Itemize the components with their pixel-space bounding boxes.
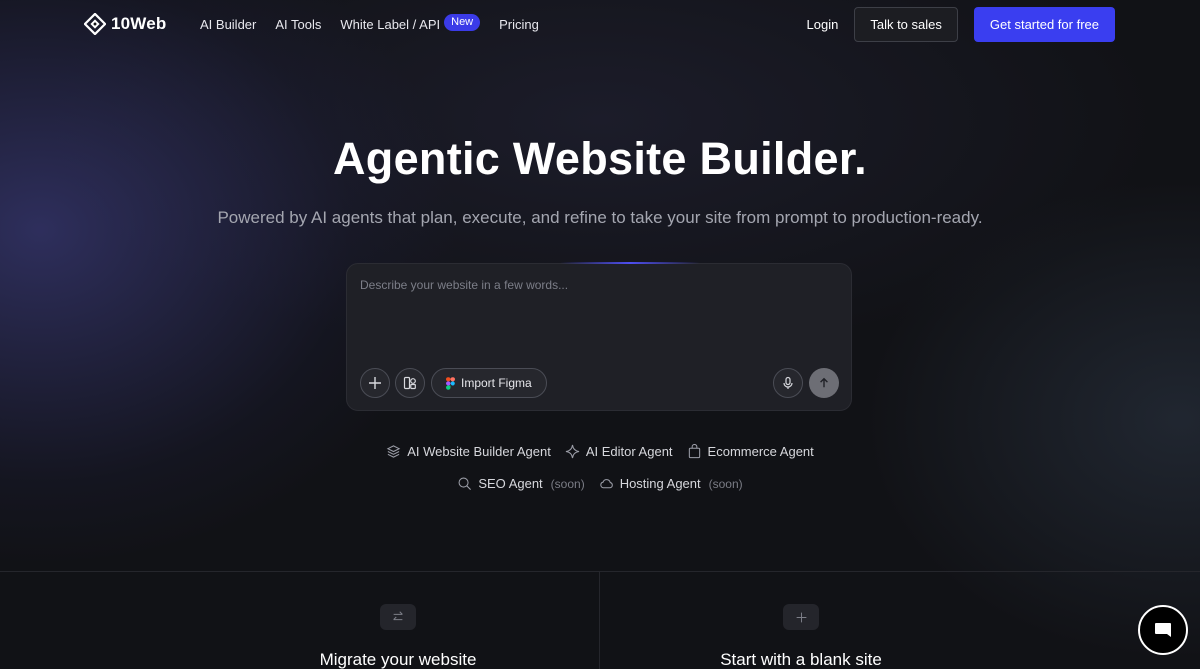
- add-button[interactable]: [360, 368, 390, 398]
- nav-link-pricing[interactable]: Pricing: [499, 17, 539, 32]
- soon-tag: (soon): [550, 476, 585, 491]
- agent-seo[interactable]: SEO Agent (soon): [457, 476, 585, 491]
- agent-ecommerce[interactable]: Ecommerce Agent: [687, 444, 814, 459]
- microphone-icon: [783, 376, 793, 389]
- card-divider: [599, 571, 600, 669]
- chat-icon: [1155, 623, 1171, 637]
- prompt-box: Import Figma: [346, 263, 852, 411]
- nav-link-ai-builder[interactable]: AI Builder: [200, 17, 256, 32]
- layers-icon: [386, 445, 401, 458]
- nav-link-white-label-text: White Label / API: [340, 17, 441, 32]
- migrate-website-title[interactable]: Migrate your website: [248, 650, 548, 669]
- agent-hosting[interactable]: Hosting Agent (soon): [599, 476, 743, 491]
- microphone-button[interactable]: [773, 368, 803, 398]
- nav-link-white-label[interactable]: White Label / API New: [340, 14, 481, 33]
- prompt-input[interactable]: [360, 278, 830, 292]
- agent-label: AI Editor Agent: [585, 444, 673, 459]
- top-navigation: 10Web AI Builder AI Tools White Label / …: [0, 0, 1200, 50]
- templates-button[interactable]: [395, 368, 425, 398]
- nav-link-ai-tools[interactable]: AI Tools: [275, 17, 321, 32]
- soon-tag: (soon): [708, 476, 743, 491]
- hero-subtitle: Powered by AI agents that plan, execute,…: [217, 208, 983, 227]
- brand-name: 10Web: [111, 14, 167, 33]
- arrow-up-icon: [820, 377, 828, 388]
- import-figma-button[interactable]: Import Figma: [431, 368, 547, 398]
- brand-logo[interactable]: 10Web: [84, 13, 167, 35]
- cloud-icon: [599, 479, 613, 489]
- agent-website-builder[interactable]: AI Website Builder Agent: [386, 444, 551, 459]
- agent-editor[interactable]: AI Editor Agent: [565, 444, 673, 459]
- get-started-button[interactable]: Get started for free: [973, 7, 1115, 42]
- agents-row-1: AI Website Builder Agent AI Editor Agent…: [0, 444, 1200, 459]
- talk-to-sales-button[interactable]: Talk to sales: [854, 7, 958, 42]
- import-figma-label: Import Figma: [461, 376, 532, 390]
- migrate-card-icon: [380, 604, 416, 630]
- agent-label: AI Website Builder Agent: [407, 444, 551, 459]
- search-icon: [458, 477, 472, 490]
- figma-icon: [446, 376, 455, 390]
- prompt-glow: [560, 262, 700, 264]
- shapes-icon: [403, 376, 416, 390]
- nav-actions: Login Talk to sales Get started for free: [807, 7, 1115, 42]
- agents-row-2: SEO Agent (soon) Hosting Agent (soon): [0, 476, 1200, 491]
- bag-icon: [688, 444, 700, 459]
- blank-site-title[interactable]: Start with a blank site: [651, 650, 951, 669]
- plus-icon: [369, 377, 381, 389]
- nav-links: AI Builder AI Tools White Label / API Ne…: [200, 14, 539, 33]
- blank-card-icon: [783, 604, 819, 630]
- agent-label: Ecommerce Agent: [707, 444, 814, 459]
- sparkle-icon: [565, 444, 579, 459]
- swap-icon: [393, 611, 403, 621]
- agent-label: SEO Agent: [478, 476, 543, 491]
- send-button[interactable]: [809, 368, 839, 398]
- hero-title: Agentic Website Builder.: [333, 133, 867, 184]
- logo-icon: [84, 13, 106, 35]
- chat-button[interactable]: [1138, 605, 1188, 655]
- section-divider: [0, 571, 1200, 572]
- plus-icon: [796, 612, 806, 622]
- login-link[interactable]: Login: [807, 17, 839, 32]
- agent-label: Hosting Agent: [619, 476, 701, 491]
- new-badge: New: [444, 14, 481, 31]
